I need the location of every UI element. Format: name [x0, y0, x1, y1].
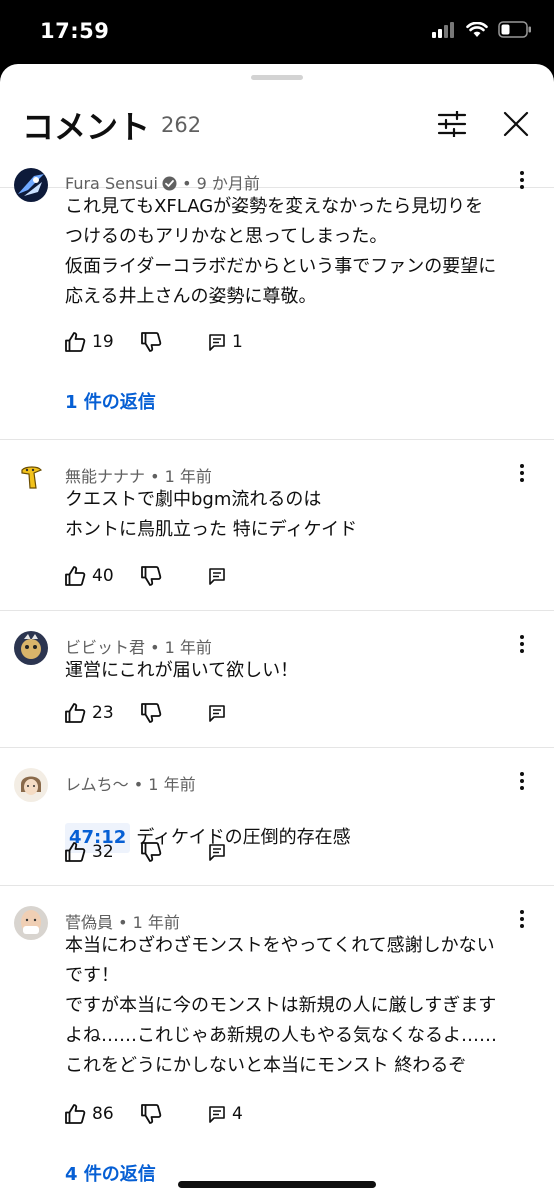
- like-icon: [65, 703, 86, 723]
- like-count: 19: [92, 332, 114, 352]
- comment-text: クエストで劇中bgm流れるのは ホントに鳥肌立った 特にディケイド: [65, 489, 358, 540]
- comment-item: ビビット君 • 1 年前 運営にこれが届いて欲しい！ 23: [0, 611, 554, 748]
- comment-time[interactable]: • 1 年前: [150, 467, 212, 486]
- dislike-button[interactable]: [140, 329, 162, 355]
- wifi-icon: [466, 21, 488, 37]
- filter-icon: [437, 111, 467, 137]
- more-icon: [520, 464, 524, 482]
- dislike-button[interactable]: [140, 839, 162, 865]
- avatar[interactable]: [14, 168, 48, 202]
- like-count: 86: [92, 1104, 114, 1124]
- drag-handle[interactable]: [251, 75, 303, 80]
- reply-button[interactable]: [208, 700, 226, 726]
- view-replies-link[interactable]: 4 件の返信: [65, 1160, 156, 1186]
- status-bar: 17:59: [0, 0, 554, 64]
- comment-text: 運営にこれが届いて欲しい！: [65, 660, 299, 681]
- comment-meta: レムち〜 • 1 年前: [65, 771, 196, 795]
- comment-author[interactable]: レムち〜: [65, 775, 129, 794]
- close-icon: [503, 111, 529, 137]
- reply-count: 4: [232, 1104, 243, 1124]
- sheet-title: コメント: [22, 108, 151, 146]
- comment-actions: 23: [64, 700, 364, 726]
- comment-text: 本当にわざわざモンストをやってくれて感謝しかない です！ ですが本当に今のモンス…: [65, 935, 497, 1076]
- like-count: 23: [92, 703, 114, 723]
- like-icon: [65, 566, 86, 586]
- dislike-icon: [141, 332, 162, 352]
- status-time: 17:59: [40, 19, 110, 43]
- comment-item: Fura Sensui • 9 か月前 これ見てもXFLAGが姿勢を変えなかった…: [0, 158, 554, 440]
- more-button[interactable]: [510, 769, 534, 793]
- more-icon: [520, 635, 524, 653]
- reply-icon: [209, 1106, 225, 1123]
- reply-button[interactable]: 1: [208, 329, 243, 355]
- close-button[interactable]: [498, 106, 534, 142]
- comment-item: 菅偽員 • 1 年前 本当にわざわざモンストをやってくれて感謝しかない です！ …: [0, 886, 554, 1200]
- dislike-icon: [141, 842, 162, 862]
- like-count: 40: [92, 566, 114, 586]
- reply-icon: [209, 705, 225, 722]
- avatar[interactable]: [14, 768, 48, 802]
- comment-meta: 無能ナナナ • 1 年前: [65, 463, 212, 487]
- cellular-signal-icon: [432, 21, 454, 38]
- filter-button[interactable]: [434, 106, 470, 142]
- avatar[interactable]: [14, 906, 48, 940]
- like-button[interactable]: 19: [64, 329, 114, 355]
- comment-text: これ見てもXFLAGが姿勢を変えなかったら見切りを つけるのもアリかなと思ってし…: [65, 196, 497, 307]
- avatar[interactable]: [14, 631, 48, 665]
- comment-time[interactable]: • 1 年前: [118, 913, 180, 932]
- avatar[interactable]: [14, 460, 48, 494]
- view-replies-link[interactable]: 1 件の返信: [65, 388, 156, 414]
- like-button[interactable]: 86: [64, 1101, 114, 1127]
- reply-icon: [209, 568, 225, 585]
- more-icon: [520, 772, 524, 790]
- comment-author[interactable]: Fura Sensui: [65, 174, 158, 193]
- comment-meta: ビビット君 • 1 年前: [65, 634, 212, 658]
- more-icon: [520, 171, 524, 189]
- more-button[interactable]: [510, 907, 534, 931]
- more-button[interactable]: [510, 461, 534, 485]
- reply-button[interactable]: 4: [208, 1101, 243, 1127]
- more-button[interactable]: [510, 168, 534, 192]
- reply-count: 1: [232, 332, 243, 352]
- comment-time[interactable]: • 1 年前: [134, 775, 196, 794]
- more-icon: [520, 910, 524, 928]
- comment-meta: 菅偽員 • 1 年前: [65, 909, 180, 933]
- dislike-icon: [141, 703, 162, 723]
- comment-author[interactable]: ビビット君: [65, 638, 145, 657]
- comment-actions: 19 1: [64, 329, 364, 355]
- comment-time[interactable]: • 1 年前: [150, 638, 212, 657]
- comment-count: 262: [161, 113, 202, 137]
- battery-icon: [498, 21, 531, 38]
- comment-time[interactable]: • 9 か月前: [182, 174, 260, 193]
- dislike-button[interactable]: [140, 700, 162, 726]
- like-count: 32: [92, 842, 114, 862]
- comments-sheet: コメント 262 Fura Sensui • 9 か月前 これ見てもXFLAGが…: [0, 64, 554, 1200]
- more-button[interactable]: [510, 632, 534, 656]
- dislike-icon: [141, 1104, 162, 1124]
- reply-button[interactable]: [208, 839, 226, 865]
- comment-actions: 86 4: [64, 1101, 364, 1127]
- dislike-icon: [141, 566, 162, 586]
- comment-author[interactable]: 無能ナナナ: [65, 467, 145, 486]
- reply-icon: [209, 844, 225, 861]
- sheet-header: コメント 262: [0, 94, 554, 188]
- dislike-button[interactable]: [140, 563, 162, 589]
- like-button[interactable]: 40: [64, 563, 114, 589]
- reply-icon: [209, 334, 225, 351]
- like-icon: [65, 1104, 86, 1124]
- like-icon: [65, 332, 86, 352]
- like-icon: [65, 842, 86, 862]
- comment-actions: 40: [64, 563, 364, 589]
- comment-item: レムち〜 • 1 年前 47:12 ディケイドの圧倒的存在感 32: [0, 748, 554, 886]
- comment-actions: 32: [64, 839, 364, 865]
- status-icons: [432, 21, 532, 38]
- comment-author[interactable]: 菅偽員: [65, 913, 113, 932]
- home-indicator[interactable]: [178, 1181, 376, 1188]
- reply-button[interactable]: [208, 563, 226, 589]
- dislike-button[interactable]: [140, 1101, 162, 1127]
- like-button[interactable]: 32: [64, 839, 114, 865]
- like-button[interactable]: 23: [64, 700, 114, 726]
- comment-item: 無能ナナナ • 1 年前 クエストで劇中bgm流れるのは ホントに鳥肌立った 特…: [0, 440, 554, 611]
